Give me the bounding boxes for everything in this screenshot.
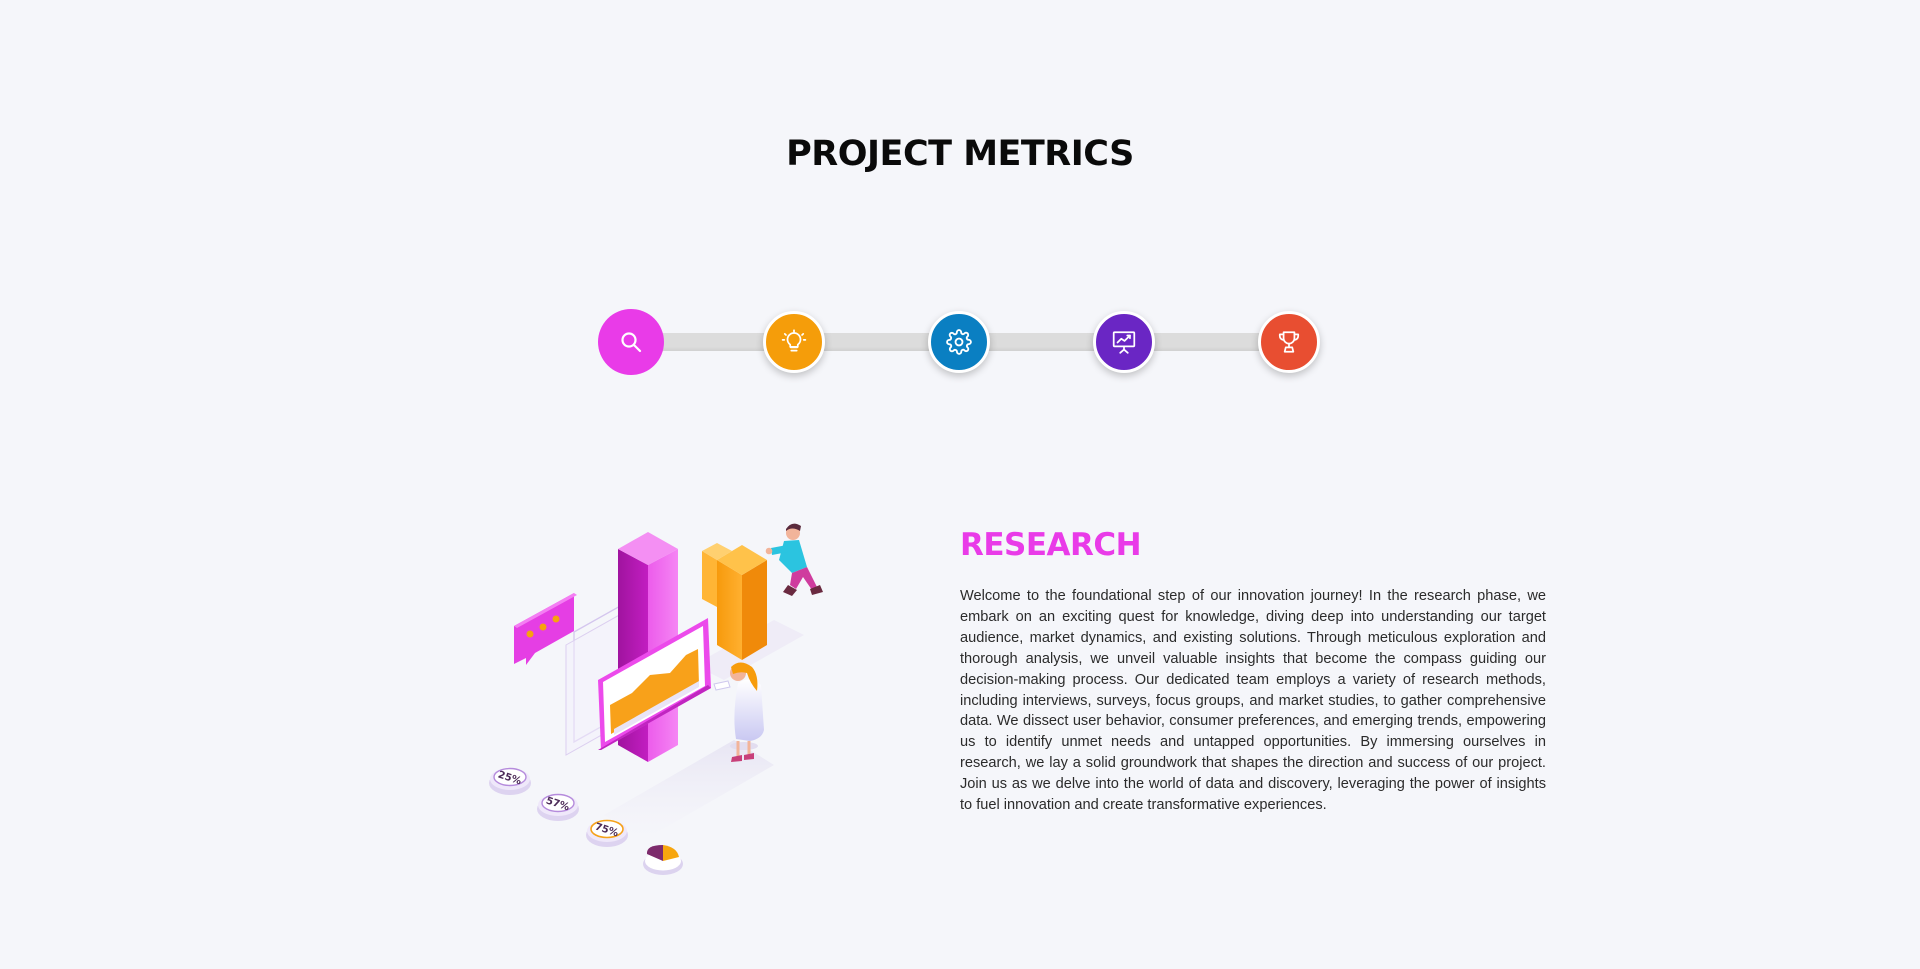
project-metrics-page: PROJECT METRICS 25% 57% 75% RESEARCH Wel… xyxy=(0,0,1920,969)
step-development-button[interactable] xyxy=(928,311,990,373)
metrics-timeline xyxy=(598,309,1322,375)
section-heading: RESEARCH xyxy=(960,527,1142,563)
research-illustration: 25% 57% 75% xyxy=(474,515,850,891)
pie-coin xyxy=(643,845,683,875)
gear-icon xyxy=(946,329,972,355)
step-research-button[interactable] xyxy=(598,309,664,375)
coin-75: 75% xyxy=(586,819,628,847)
section-body: Welcome to the foundational step of our … xyxy=(960,588,1546,814)
step-ideation-button[interactable] xyxy=(763,311,825,373)
presentation-chart-icon xyxy=(1112,331,1136,354)
step-presentation-button[interactable] xyxy=(1093,311,1155,373)
search-icon xyxy=(621,332,642,353)
lightbulb-icon xyxy=(781,329,807,352)
step-achievement-button[interactable] xyxy=(1258,311,1320,373)
coin-57: 57% xyxy=(537,793,579,821)
coin-25: 25% xyxy=(489,767,531,795)
page-title: PROJECT METRICS xyxy=(786,134,1134,174)
trophy-icon xyxy=(1278,331,1300,353)
